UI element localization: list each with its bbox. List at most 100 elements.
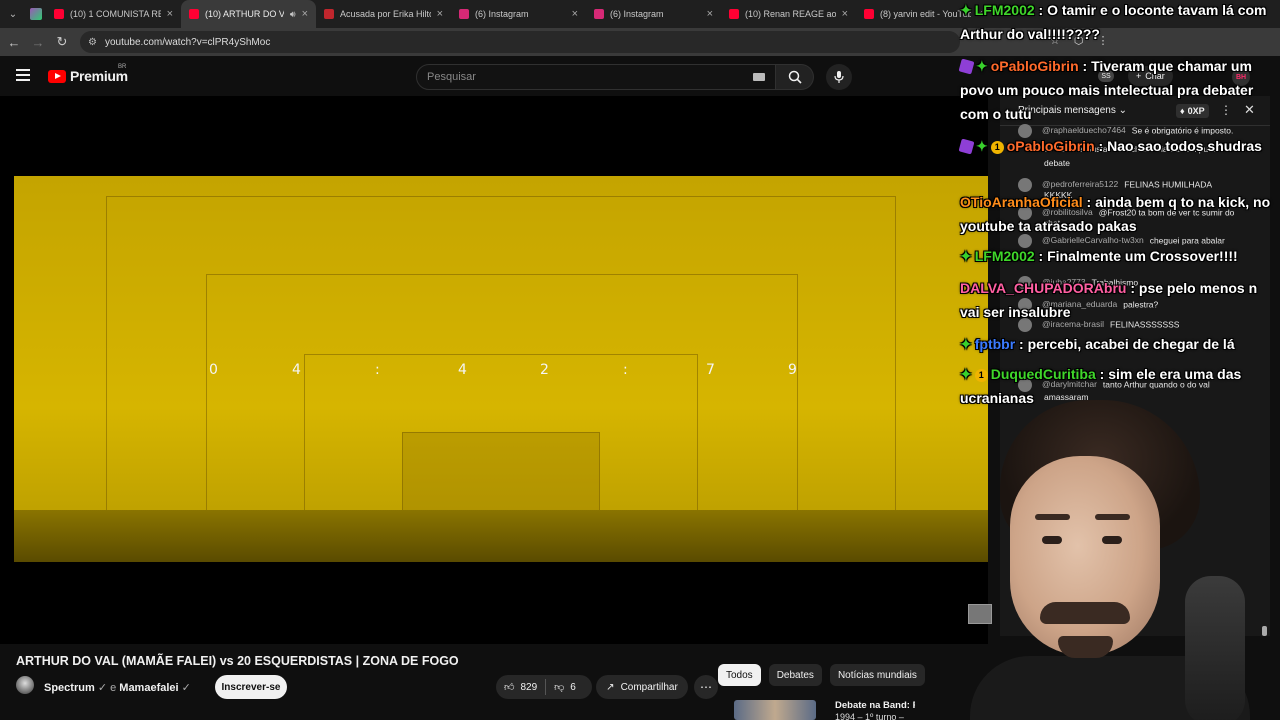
url-field[interactable]: ⚙ youtube.com/watch?v=clPR4yShMoc	[80, 31, 960, 53]
keyboard-icon[interactable]	[753, 73, 765, 81]
filter-chips: Todos Debates Notícias mundiais	[718, 664, 925, 686]
youtube-logo[interactable]: Premium BR	[48, 64, 128, 84]
cube-badge-icon	[958, 58, 975, 75]
tab-favicon-icon	[324, 9, 334, 19]
overlay-chat-separator: :	[1094, 138, 1108, 154]
overlay-chat-separator: :	[1034, 248, 1048, 264]
overlay-chat-message: ✦ 1 oPabloGibrin : Nao sao todos shudras	[958, 134, 1280, 158]
search-button[interactable]	[776, 64, 814, 90]
overlay-chat-text: percebi, acabei de chegar de lá	[1027, 336, 1235, 352]
share-button[interactable]: ↗ Compartilhar	[596, 675, 688, 699]
thumbs-down-icon: 👎︎	[554, 682, 565, 693]
logo-text: Premium	[70, 68, 128, 84]
sparkle-badge-icon: ✦	[960, 366, 972, 382]
countdown-digit: 2	[540, 362, 549, 378]
sparkle-badge-icon: ✦	[960, 336, 972, 352]
tab-title: (8) yarvin edit - YouTube	[880, 9, 971, 19]
webcam-face	[1010, 456, 1160, 656]
tab-favicon-icon	[54, 9, 64, 19]
search-icon	[788, 70, 802, 84]
screen: ⌄ (10) 1 COMUNISTA RESP×(10) ARTHUR DO V…	[0, 0, 1280, 720]
stream-chat-overlay: ✦ LFM2002 : O tamir e o loconte tavam lá …	[958, 0, 1280, 420]
browser-tab[interactable]: (10) 1 COMUNISTA RESP ×	[46, 0, 181, 28]
tab-close-icon[interactable]: ×	[572, 8, 578, 20]
tab-favicon-icon	[864, 9, 874, 19]
menu-hamburger-icon[interactable]	[16, 69, 30, 81]
share-label: Compartilhar	[620, 681, 678, 693]
cube-badge-icon	[958, 138, 975, 155]
like-button[interactable]: 👍︎ 829	[496, 675, 545, 699]
tab-close-icon[interactable]: ×	[707, 8, 713, 20]
tab-close-icon[interactable]: ×	[302, 8, 308, 20]
overlay-chat-message: ✦ oPabloGibrin : Tiveram que chamar um po…	[958, 54, 1280, 126]
chip-1[interactable]: Debates	[768, 664, 822, 686]
tab-title: (6) Instagram	[610, 9, 664, 19]
chip-0[interactable]: Todos	[718, 664, 761, 686]
subscriber-badge-icon: 1	[974, 369, 988, 382]
microphone-icon	[834, 71, 844, 83]
search-input[interactable]: Pesquisar	[416, 64, 776, 90]
more-options-icon[interactable]: ⋯	[694, 675, 718, 699]
chip-2[interactable]: Notícias mundiais	[829, 664, 925, 686]
overlay-chat-separator: :	[1095, 366, 1109, 382]
tab-close-icon[interactable]: ×	[167, 8, 173, 20]
tab-title: (10) Renan REAGE ao no	[745, 9, 836, 19]
extension-icon[interactable]	[26, 0, 46, 28]
overlay-chat-message: ✦ LFM2002 : Finalmente um Crossover!!!!	[960, 244, 1280, 268]
browser-tab[interactable]: (10) ARTHUR DO VA 🔊︎ ×	[181, 0, 316, 28]
tab-audio-icon[interactable]: 🔊︎	[290, 9, 296, 20]
voice-search-button[interactable]	[826, 64, 852, 90]
browser-tab[interactable]: (6) Instagram ×	[586, 0, 721, 28]
video-floor	[14, 510, 988, 562]
recommended-title[interactable]: Debate na Band: P	[835, 700, 915, 711]
sparkle-badge-icon: ✦	[976, 58, 988, 74]
webcam-microphone	[1185, 576, 1245, 720]
overlay-chat-separator: :	[1078, 58, 1092, 74]
webcam-brow	[1095, 514, 1130, 520]
recommended-thumbnail[interactable]	[734, 700, 816, 720]
search-placeholder: Pesquisar	[427, 71, 476, 83]
forward-icon[interactable]: →	[26, 28, 50, 56]
tab-title: (6) Instagram	[475, 9, 529, 19]
recommended-subtitle: 1994 – 1º turno –	[835, 712, 904, 720]
overlay-chat-separator: :	[1082, 194, 1096, 210]
tab-close-icon[interactable]: ×	[437, 8, 443, 20]
channel-names[interactable]: Spectrum ✓ e Mamaefalei ✓	[44, 681, 191, 694]
subscribe-button[interactable]: Inscrever-se	[215, 675, 287, 699]
nested-square-4	[402, 432, 600, 514]
overlay-chat-separator: :	[1034, 2, 1048, 18]
verified-icon: ✓	[97, 682, 111, 694]
subscriber-badge-icon: 1	[990, 141, 1004, 154]
channel-row: Spectrum ✓ e Mamaefalei ✓ Inscrever-se 👍…	[16, 675, 718, 700]
browser-tab[interactable]: Acusada por Erika Hilton ×	[316, 0, 451, 28]
sparkle-badge-icon: ✦	[960, 2, 972, 18]
tab-favicon-icon	[459, 9, 469, 19]
tab-close-icon[interactable]: ×	[842, 8, 848, 20]
dislike-button[interactable]: 👎︎ 6	[546, 675, 584, 699]
overlay-chat-text: Nao sao todos shudras	[1107, 138, 1262, 154]
channel-name-2[interactable]: Mamaefalei	[119, 682, 178, 694]
video-title: ARTHUR DO VAL (MAMÃE FALEI) vs 20 ESQUER…	[16, 654, 459, 668]
reload-icon[interactable]: ↻	[50, 28, 74, 56]
back-icon[interactable]: ←	[2, 28, 26, 56]
tab-favicon-icon	[594, 9, 604, 19]
video-frame: 0 4: 4 2: 7 9	[14, 176, 988, 562]
browser-tab[interactable]: (6) Instagram ×	[451, 0, 586, 28]
countdown-digit: 9	[788, 362, 797, 378]
tab-title: Acusada por Erika Hilton	[340, 9, 431, 19]
dislike-count: 6	[570, 681, 576, 693]
tab-search-icon[interactable]: ⌄	[0, 0, 26, 28]
video-player[interactable]: 0 4: 4 2: 7 9	[0, 96, 988, 644]
channel-avatar[interactable]	[16, 676, 34, 694]
browser-tab[interactable]: (10) Renan REAGE ao no ×	[721, 0, 856, 28]
overlay-chat-user: LFM2002	[974, 2, 1035, 18]
site-info-icon[interactable]: ⚙	[88, 37, 97, 48]
countdown-digit: 4	[292, 362, 301, 378]
overlay-chat-message: OTioAranhaOficial : ainda bem q to na ki…	[960, 190, 1280, 238]
share-icon: ↗	[606, 681, 615, 693]
like-dislike-group: 👍︎ 829 👎︎ 6	[496, 675, 592, 699]
overlay-chat-separator: :	[1126, 280, 1139, 296]
channel-name[interactable]: Spectrum	[44, 682, 95, 694]
overlay-chat-message: ✦ fptbbr : percebi, acabei de chegar de l…	[960, 332, 1280, 356]
channel-joiner: e	[110, 682, 117, 694]
